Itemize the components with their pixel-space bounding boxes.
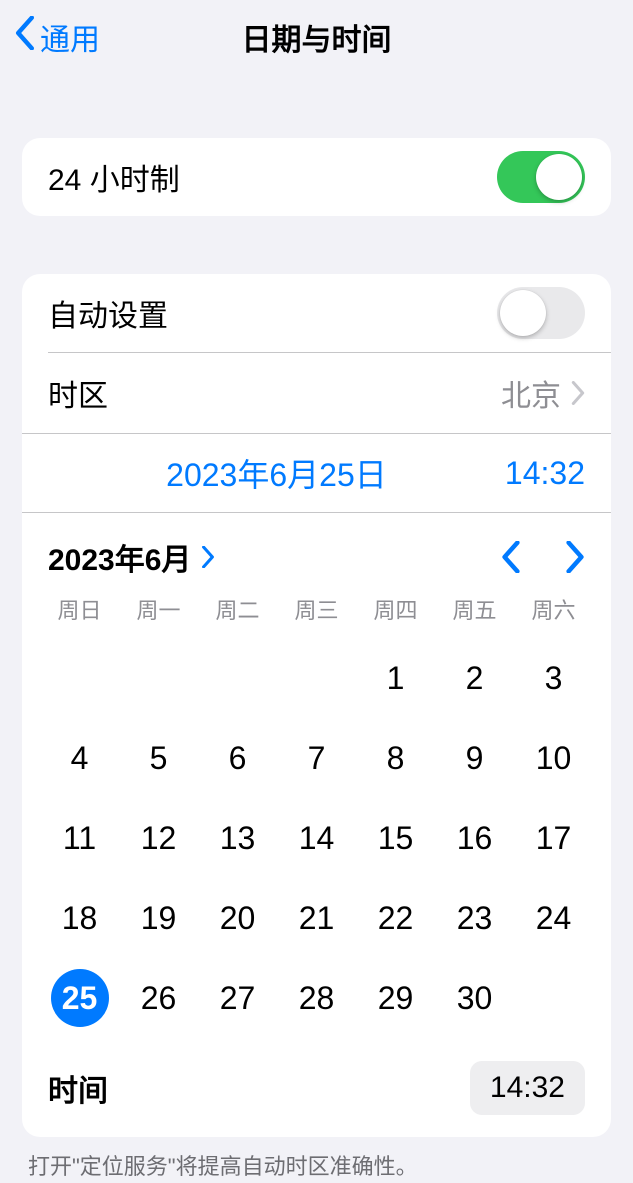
calendar-day[interactable]: 15 bbox=[356, 809, 435, 867]
calendar-day[interactable]: 3 bbox=[514, 649, 593, 707]
calendar-day[interactable]: 30 bbox=[435, 969, 514, 1027]
month-label: 2023年6月 bbox=[48, 535, 191, 579]
weekday-label: 周二 bbox=[198, 593, 277, 625]
calendar-day[interactable]: 8 bbox=[356, 729, 435, 787]
label-auto-set: 自动设置 bbox=[48, 291, 168, 335]
calendar-day[interactable]: 23 bbox=[435, 889, 514, 947]
calendar-day[interactable]: 1 bbox=[356, 649, 435, 707]
calendar-day[interactable]: 4 bbox=[40, 729, 119, 787]
calendar-day[interactable]: 21 bbox=[277, 889, 356, 947]
back-button[interactable]: 通用 bbox=[14, 15, 100, 59]
selected-date: 2023年6月25日 bbox=[48, 450, 505, 496]
prev-month-button[interactable] bbox=[501, 541, 521, 573]
weekday-label: 周四 bbox=[356, 593, 435, 625]
calendar-day[interactable]: 6 bbox=[198, 729, 277, 787]
weekday-label: 周五 bbox=[435, 593, 514, 625]
calendar-day[interactable]: 25 bbox=[40, 969, 119, 1027]
calendar-day[interactable]: 7 bbox=[277, 729, 356, 787]
calendar-day[interactable]: 12 bbox=[119, 809, 198, 867]
chevron-right-icon bbox=[571, 381, 585, 405]
calendar-day[interactable]: 13 bbox=[198, 809, 277, 867]
row-selected-datetime: 2023年6月25日 14:32 bbox=[22, 434, 611, 512]
calendar-day[interactable]: 26 bbox=[119, 969, 198, 1027]
toggle-24h-format[interactable] bbox=[497, 151, 585, 203]
label-24h-format: 24 小时制 bbox=[48, 155, 180, 199]
weekday-label: 周六 bbox=[514, 593, 593, 625]
calendar-blank bbox=[40, 649, 119, 707]
calendar-day[interactable]: 11 bbox=[40, 809, 119, 867]
calendar-day[interactable]: 29 bbox=[356, 969, 435, 1027]
label-timezone: 时区 bbox=[48, 371, 108, 415]
calendar-day[interactable]: 20 bbox=[198, 889, 277, 947]
time-picker-button[interactable]: 14:32 bbox=[470, 1061, 585, 1115]
weekday-label: 周三 bbox=[277, 593, 356, 625]
calendar-day[interactable]: 9 bbox=[435, 729, 514, 787]
calendar-blank bbox=[198, 649, 277, 707]
weekday-label: 周一 bbox=[119, 593, 198, 625]
calendar-day[interactable]: 16 bbox=[435, 809, 514, 867]
calendar-day[interactable]: 22 bbox=[356, 889, 435, 947]
calendar-blank bbox=[277, 649, 356, 707]
footer-hint: 打开"定位服务"将提高自动时区准确性。 bbox=[28, 1149, 605, 1181]
next-month-button[interactable] bbox=[565, 541, 585, 573]
calendar-day[interactable]: 18 bbox=[40, 889, 119, 947]
calendar-day[interactable]: 19 bbox=[119, 889, 198, 947]
weekday-label: 周日 bbox=[40, 593, 119, 625]
calendar-day[interactable]: 2 bbox=[435, 649, 514, 707]
calendar-day[interactable]: 17 bbox=[514, 809, 593, 867]
row-timezone[interactable]: 时区 北京 bbox=[22, 353, 611, 433]
calendar-day[interactable]: 28 bbox=[277, 969, 356, 1027]
calendar-day[interactable]: 5 bbox=[119, 729, 198, 787]
back-label: 通用 bbox=[40, 15, 100, 59]
month-selector-button[interactable]: 2023年6月 bbox=[48, 535, 215, 579]
calendar-day[interactable]: 14 bbox=[277, 809, 356, 867]
selected-time: 14:32 bbox=[505, 455, 585, 492]
calendar-blank bbox=[119, 649, 198, 707]
toggle-auto-set[interactable] bbox=[497, 287, 585, 339]
value-timezone: 北京 bbox=[501, 371, 561, 415]
chevron-right-icon bbox=[201, 546, 215, 568]
calendar-day[interactable]: 27 bbox=[198, 969, 277, 1027]
row-24h-format: 24 小时制 bbox=[22, 138, 611, 216]
label-time: 时间 bbox=[48, 1066, 108, 1110]
row-auto-set: 自动设置 bbox=[22, 274, 611, 352]
chevron-left-icon bbox=[14, 16, 36, 58]
calendar-day[interactable]: 24 bbox=[514, 889, 593, 947]
calendar-day[interactable]: 10 bbox=[514, 729, 593, 787]
